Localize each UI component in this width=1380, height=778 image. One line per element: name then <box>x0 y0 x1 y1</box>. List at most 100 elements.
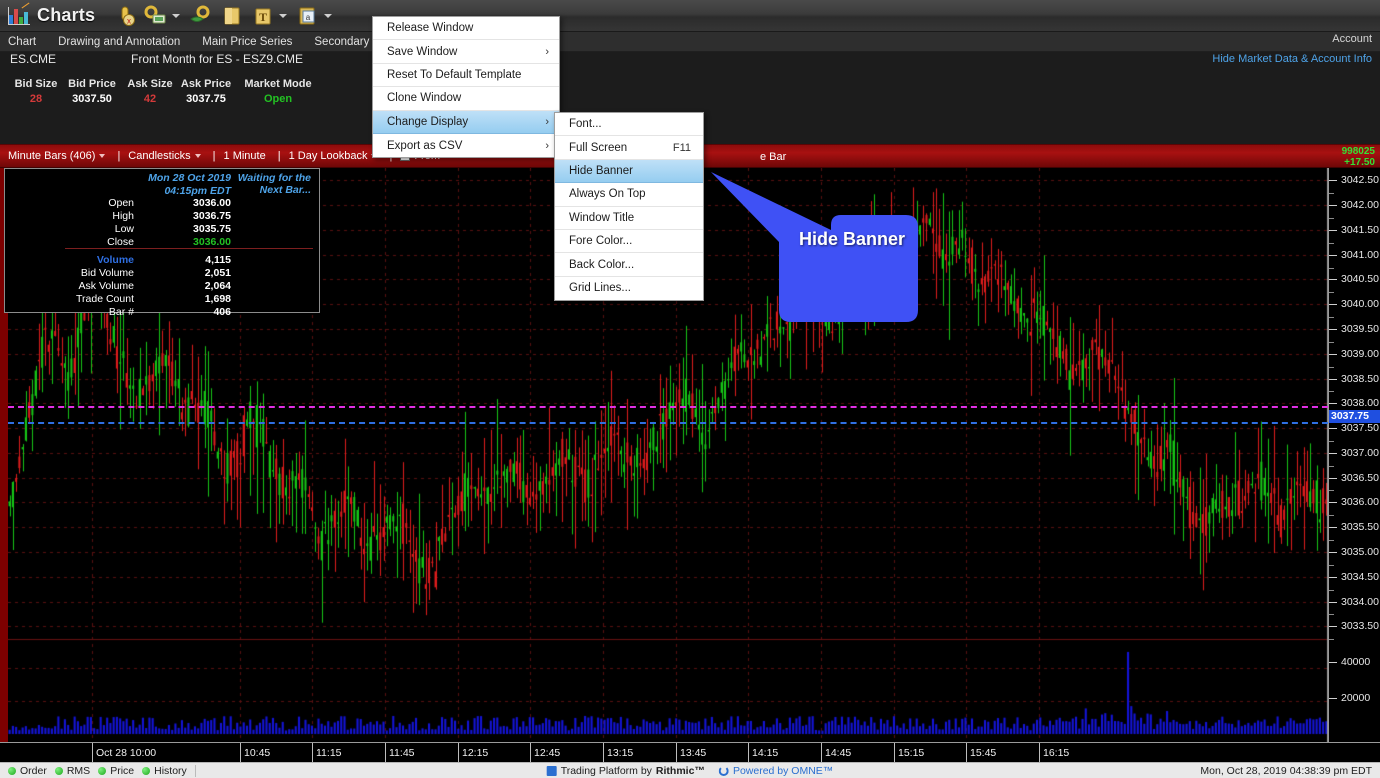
price-tick <box>1329 353 1337 355</box>
chevron-down-icon[interactable] <box>279 13 288 18</box>
volume-tick-label: 40000 <box>1341 656 1371 669</box>
omne-icon <box>718 765 729 776</box>
time-tick-label: 14:45 <box>825 747 852 759</box>
time-tick-label: 16:15 <box>1043 747 1070 759</box>
time-separator <box>894 743 895 763</box>
hide-market-data-link[interactable]: Hide Market Data & Account Info <box>1212 53 1372 65</box>
menu-item-main-price-series[interactable]: Main Price Series <box>202 36 292 48</box>
orders-icon[interactable] <box>142 2 170 30</box>
menu-item-hide-banner[interactable]: Hide Banner <box>555 159 703 184</box>
chevron-down-icon[interactable] <box>324 13 333 18</box>
menu-item-font[interactable]: Font... <box>555 113 703 137</box>
market-col-ask-price: Ask Price 3037.75 <box>176 78 236 105</box>
rithmic-icon <box>546 765 557 776</box>
databox-label: Ask Volume <box>78 280 134 292</box>
clipboard-icon[interactable]: a <box>294 2 322 30</box>
volume-tick <box>1329 698 1337 700</box>
time-tick-label: 15:15 <box>898 747 925 759</box>
status-timestamp: Mon, Oct 28, 2019 04:38:39 pm EDT <box>1200 764 1372 777</box>
databox-label: Bid Volume <box>80 267 134 279</box>
menu-item-release-window[interactable]: Release Window <box>373 17 559 41</box>
menu-item-reset-to-default-template[interactable]: Reset To Default Template <box>373 64 559 88</box>
market-col-header: Bid Price <box>68 78 116 90</box>
menu-item-full-screen[interactable]: Full Screen F11 <box>555 136 703 160</box>
menu-item-clone-window[interactable]: Clone Window <box>373 87 559 111</box>
money-gear-icon[interactable] <box>187 2 215 30</box>
bar-chart-logo-icon <box>8 2 32 27</box>
time-axis[interactable]: Oct 28 10:00 10:45 11:15 11:45 12:15 12:45 13:… <box>0 742 1380 763</box>
menu-item-fore-color[interactable]: Fore Color... <box>555 230 703 254</box>
hide-banner-callout: Hide Banner <box>706 170 946 330</box>
status-indicator-price: Price <box>98 765 134 777</box>
menu-bar: Chart Drawing and Annotation Main Price … <box>0 32 1380 52</box>
menu-item-always-on-top[interactable]: Always On Top <box>555 183 703 207</box>
chevron-down-icon[interactable] <box>194 154 201 158</box>
svg-text:x: x <box>127 16 131 25</box>
price-tick-minor <box>1329 490 1334 492</box>
status-bar: Order RMS Price History Trading Platform by… <box>0 762 1380 778</box>
chevron-down-icon[interactable] <box>172 13 181 18</box>
time-tick-label: 15:45 <box>970 747 997 759</box>
price-tick <box>1329 403 1337 405</box>
price-tick-label: 3038.50 <box>1341 372 1379 385</box>
clip-remove-icon[interactable]: x <box>111 2 139 30</box>
banner-item-label: Candlesticks <box>128 150 191 162</box>
time-separator <box>458 743 459 763</box>
status-indicator-history: History <box>142 765 187 777</box>
menu-item-save-window[interactable]: Save Window › <box>373 40 559 64</box>
change-display-submenu[interactable]: Font... Full Screen F11 Hide Banner Always O… <box>554 112 704 302</box>
price-tick-label: 3042.50 <box>1341 174 1379 187</box>
databox-value: 3035.75 <box>193 223 231 235</box>
price-tick <box>1329 601 1337 603</box>
indicator-line-upper-band <box>8 405 1328 408</box>
market-col-header: Market Mode <box>244 78 312 90</box>
menu-item-export-as-csv[interactable]: Export as CSV › <box>373 134 559 157</box>
menu-item-label: Change Display <box>387 115 469 128</box>
menu-item-grid-lines[interactable]: Grid Lines... <box>555 277 703 300</box>
time-separator <box>603 743 604 763</box>
notes-icon[interactable] <box>218 2 246 30</box>
status-dot-icon <box>8 766 16 775</box>
menu-item-label: Hide Banner <box>569 164 633 177</box>
window-context-menu[interactable]: Release Window Save Window › Reset To Defau… <box>372 16 560 159</box>
time-tick-label: 13:15 <box>607 747 634 759</box>
price-tick-label: 3039.50 <box>1341 323 1379 336</box>
price-tick-label: 3042.00 <box>1341 199 1379 212</box>
price-tick <box>1329 502 1337 504</box>
menu-item-label: Always On Top <box>569 188 646 201</box>
menu-item-back-color[interactable]: Back Color... <box>555 253 703 277</box>
price-axis[interactable]: 3042.50 3042.00 3041.50 3041.00 3040.50 3040.… <box>1328 168 1380 742</box>
price-tick <box>1329 304 1337 306</box>
price-tick <box>1329 551 1337 553</box>
status-indicator-rms: RMS <box>54 765 90 777</box>
databox-label: Trade Count <box>76 293 134 305</box>
price-tick-minor <box>1329 515 1334 517</box>
status-indicator-order: Order <box>8 765 47 777</box>
toolbar-icon-group: x T a <box>111 2 336 30</box>
market-col-header: Bid Size <box>14 78 58 90</box>
menu-item-chart[interactable]: Chart <box>8 36 36 48</box>
price-tick-label: 3040.00 <box>1341 298 1379 311</box>
market-data-panel: Bid Size 28 Bid Price 3037.50 Ask Size 42 Ask … <box>0 78 700 108</box>
banner-item-1-day-lookback[interactable]: | 1 Day Lookback <box>274 150 378 162</box>
chevron-down-icon[interactable] <box>99 154 106 158</box>
menu-item-window-title[interactable]: Window Title <box>555 207 703 230</box>
databox-row: Bid Volume 2,051 <box>5 267 319 280</box>
menu-item-drawing-and-annotation[interactable]: Drawing and Annotation <box>58 36 180 48</box>
banner-item-1-minute[interactable]: | 1 Minute <box>209 150 266 162</box>
price-tick-minor <box>1329 465 1334 467</box>
volume-tick-label: 20000 <box>1341 692 1371 705</box>
databox-label: Low <box>114 223 134 235</box>
menu-item-change-display[interactable]: Change Display › <box>373 110 559 134</box>
time-tick-label: 14:15 <box>752 747 779 759</box>
banner-item-minute-bars-406[interactable]: Minute Bars (406) <box>8 150 106 162</box>
price-tick-label: 3037.50 <box>1341 422 1379 435</box>
market-col-bid-size: Bid Size 28 <box>12 78 60 105</box>
status-indicator-label: Price <box>110 764 135 777</box>
text-tool-icon[interactable]: T <box>249 2 277 30</box>
databox-value: 1,698 <box>204 293 231 305</box>
time-separator <box>530 743 531 763</box>
banner-item-candlesticks[interactable]: | Candlesticks <box>113 150 201 162</box>
price-tick-label: 3035.50 <box>1341 521 1379 534</box>
time-separator <box>676 743 677 763</box>
